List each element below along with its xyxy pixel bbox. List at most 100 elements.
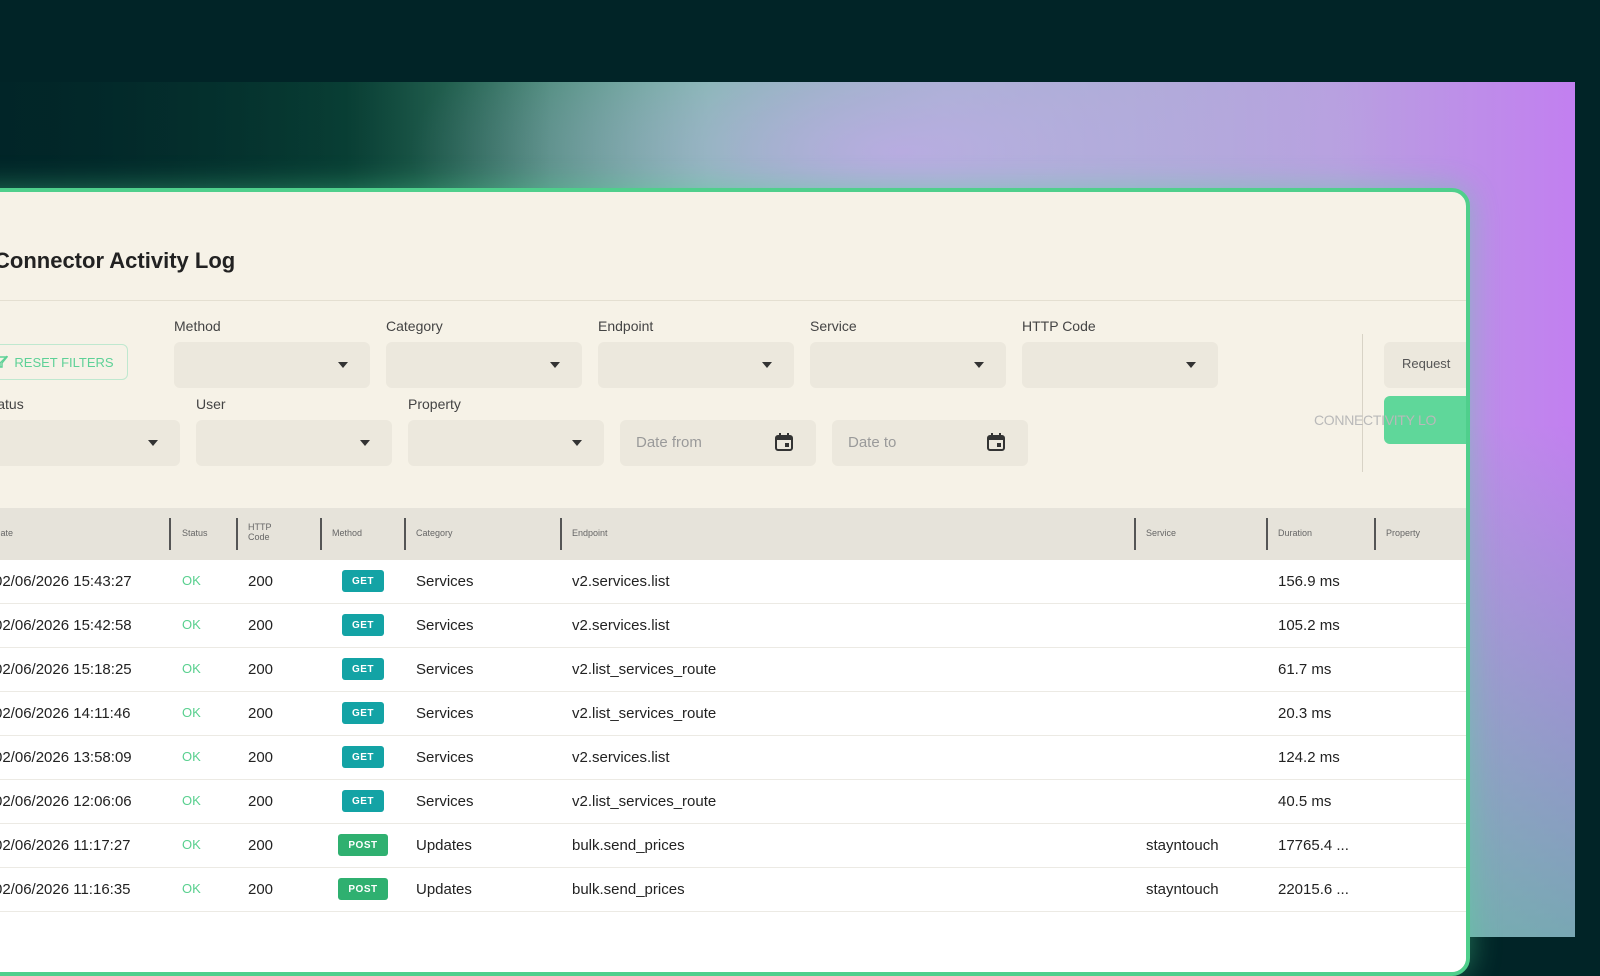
http-code-select[interactable] [1022,342,1218,388]
cell-date: 02/06/2026 15:42:58 [0,617,132,634]
col-category[interactable]: Category [416,528,453,538]
cell-http-code: 200 [248,837,274,854]
filter-off-icon [0,355,9,368]
cell-http-code: 200 [248,705,274,722]
col-service[interactable]: Service [1146,528,1176,538]
col-method[interactable]: Method [332,528,362,538]
property-select[interactable] [408,420,604,466]
chevron-down-icon [550,362,560,368]
status-label: Status [0,396,24,412]
calendar-icon [775,433,793,451]
table-row[interactable]: 02/06/2026 11:16:35 OK 200 POST Updates … [0,868,1466,912]
cell-http-code: 200 [248,881,274,898]
cell-status: OK [182,705,201,720]
table-header: Date Status HTTP Code Method Category En… [0,508,1466,560]
method-badge: GET [342,614,384,636]
date-from-placeholder: Date from [636,434,702,451]
column-divider[interactable] [236,518,238,550]
reset-filters-button[interactable]: RESET FILTERS [0,344,128,380]
reset-filters-label: RESET FILTERS [14,354,114,370]
method-select[interactable] [174,342,370,388]
table-body: 02/06/2026 15:43:27 OK 200 GET Services … [0,560,1466,972]
cell-duration: 20.3 ms [1278,705,1332,722]
cell-duration: 105.2 ms [1278,617,1340,634]
cell-endpoint: v2.list_services_route [572,661,717,678]
column-divider[interactable] [1374,518,1376,550]
date-to-input[interactable]: Date to [832,420,1028,466]
method-badge: GET [342,702,384,724]
cell-status: OK [182,793,201,808]
cell-status: OK [182,661,201,676]
column-divider[interactable] [404,518,406,550]
cell-status: OK [182,573,201,588]
cell-status: OK [182,749,201,764]
table-row[interactable]: 02/06/2026 13:58:09 OK 200 GET Services … [0,736,1466,780]
col-duration[interactable]: Duration [1278,528,1312,538]
method-badge: GET [342,746,384,768]
category-label: Category [386,318,443,334]
table-row[interactable]: 02/06/2026 14:11:46 OK 200 GET Services … [0,692,1466,736]
cell-endpoint: bulk.send_prices [572,881,685,898]
cell-duration: 156.9 ms [1278,573,1340,590]
date-to-placeholder: Date to [848,434,897,451]
method-badge: POST [338,878,388,900]
cell-duration: 124.2 ms [1278,749,1340,766]
cell-endpoint: v2.services.list [572,573,670,590]
table-row[interactable]: 02/06/2026 15:43:27 OK 200 GET Services … [0,560,1466,604]
cell-date: 02/06/2026 11:16:35 [0,881,131,898]
cell-date: 02/06/2026 12:06:06 [0,793,132,810]
endpoint-label: Endpoint [598,318,654,334]
cell-status: OK [182,837,201,852]
status-select[interactable] [0,420,180,466]
cell-http-code: 200 [248,573,274,590]
table-row[interactable]: 02/06/2026 12:06:06 OK 200 GET Services … [0,780,1466,824]
table-row[interactable]: 02/06/2026 11:17:27 OK 200 POST Updates … [0,824,1466,868]
cell-duration: 40.5 ms [1278,793,1332,810]
col-date[interactable]: Date [0,528,13,538]
method-badge: GET [342,790,384,812]
user-select[interactable] [196,420,392,466]
request-select[interactable]: Request [1384,342,1466,388]
cell-endpoint: v2.services.list [572,617,670,634]
calendar-icon [987,433,1005,451]
column-divider[interactable] [169,518,171,550]
cell-category: Updates [416,881,472,898]
cell-category: Services [416,573,474,590]
cell-date: 02/06/2026 15:43:27 [0,573,132,590]
cell-category: Services [416,617,474,634]
cell-duration: 61.7 ms [1278,661,1332,678]
cell-status: OK [182,617,201,632]
service-select[interactable] [810,342,1006,388]
cell-category: Services [416,661,474,678]
method-badge: POST [338,834,388,856]
column-divider[interactable] [320,518,322,550]
cell-date: 02/06/2026 14:11:46 [0,705,131,722]
chevron-down-icon [572,440,582,446]
date-from-input[interactable]: Date from [620,420,816,466]
cell-category: Services [416,705,474,722]
cell-duration: 22015.6 ... [1278,881,1349,898]
chevron-down-icon [1186,362,1196,368]
table-row[interactable]: 02/06/2026 15:42:58 OK 200 GET Services … [0,604,1466,648]
property-label: Property [408,396,461,412]
chevron-down-icon [360,440,370,446]
cell-category: Services [416,749,474,766]
cell-status: OK [182,881,201,896]
chevron-down-icon [974,362,984,368]
title-divider [0,300,1466,301]
cell-duration: 17765.4 ... [1278,837,1349,854]
column-divider[interactable] [1134,518,1136,550]
column-divider[interactable] [560,518,562,550]
col-property[interactable]: Property [1386,528,1420,538]
cell-http-code: 200 [248,749,274,766]
user-label: User [196,396,226,412]
col-endpoint[interactable]: Endpoint [572,528,608,538]
col-status[interactable]: Status [182,528,208,538]
col-http-code[interactable]: HTTP Code [248,522,278,542]
table-row[interactable]: 02/06/2026 15:18:25 OK 200 GET Services … [0,648,1466,692]
cell-http-code: 200 [248,793,274,810]
column-divider[interactable] [1266,518,1268,550]
endpoint-select[interactable] [598,342,794,388]
service-label: Service [810,318,857,334]
category-select[interactable] [386,342,582,388]
